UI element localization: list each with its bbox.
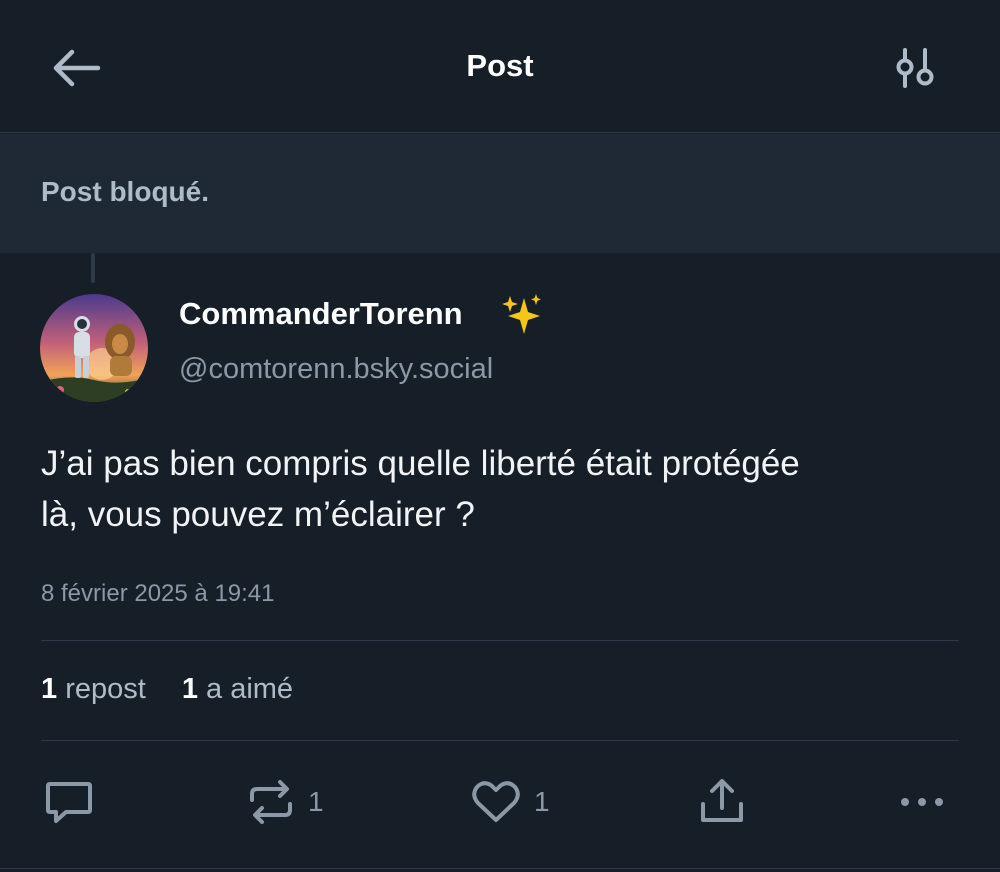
thread-connector-line: [91, 253, 95, 283]
repost-icon: [250, 780, 292, 824]
post-text-line: J’ai pas bien compris quelle liberté éta…: [41, 444, 800, 483]
like-stat[interactable]: 1 a aimé: [182, 673, 293, 705]
repost-button[interactable]: 1: [244, 776, 324, 828]
post-text-line: là, vous pouvez m’éclairer ?: [41, 495, 475, 534]
author-display-name[interactable]: CommanderTorenn: [179, 296, 463, 332]
engagement-stats: 1 repost 1 a aimé: [41, 673, 293, 706]
repost-stat-label: repost: [65, 673, 146, 705]
page-title: Post: [466, 48, 534, 83]
post-body: J’ai pas bien compris quelle liberté éta…: [41, 438, 961, 540]
divider: [41, 640, 959, 641]
sparkles-icon: [500, 292, 544, 336]
blocked-post-text: Post bloqué.: [41, 176, 209, 207]
repost-stat[interactable]: 1 repost: [41, 673, 146, 705]
sliders-icon: [896, 48, 934, 88]
avatar-image: [40, 294, 148, 402]
like-count: 1: [534, 786, 550, 817]
repost-stat-count: 1: [41, 673, 58, 705]
share-button[interactable]: [695, 776, 749, 828]
like-stat-count: 1: [181, 673, 198, 705]
ellipsis-icon: [901, 798, 943, 806]
divider: [0, 868, 1000, 869]
like-button[interactable]: 1: [468, 776, 550, 828]
like-stat-label: a aimé: [206, 673, 294, 705]
author-handle[interactable]: @comtorenn.bsky.social: [179, 353, 493, 386]
more-options-button[interactable]: [895, 776, 949, 828]
reply-button[interactable]: [42, 776, 96, 828]
blocked-post-notice: Post bloqué.: [0, 134, 1000, 253]
heart-icon: [472, 781, 520, 822]
speech-bubble-icon: [46, 782, 92, 823]
avatar[interactable]: [40, 294, 148, 402]
top-bar: Post: [0, 0, 1000, 133]
post-timestamp: 8 février 2025 à 19:41: [41, 580, 275, 607]
divider: [41, 740, 959, 741]
thread-settings-button[interactable]: [888, 44, 944, 92]
share-icon: [701, 779, 743, 822]
repost-count: 1: [308, 786, 324, 817]
